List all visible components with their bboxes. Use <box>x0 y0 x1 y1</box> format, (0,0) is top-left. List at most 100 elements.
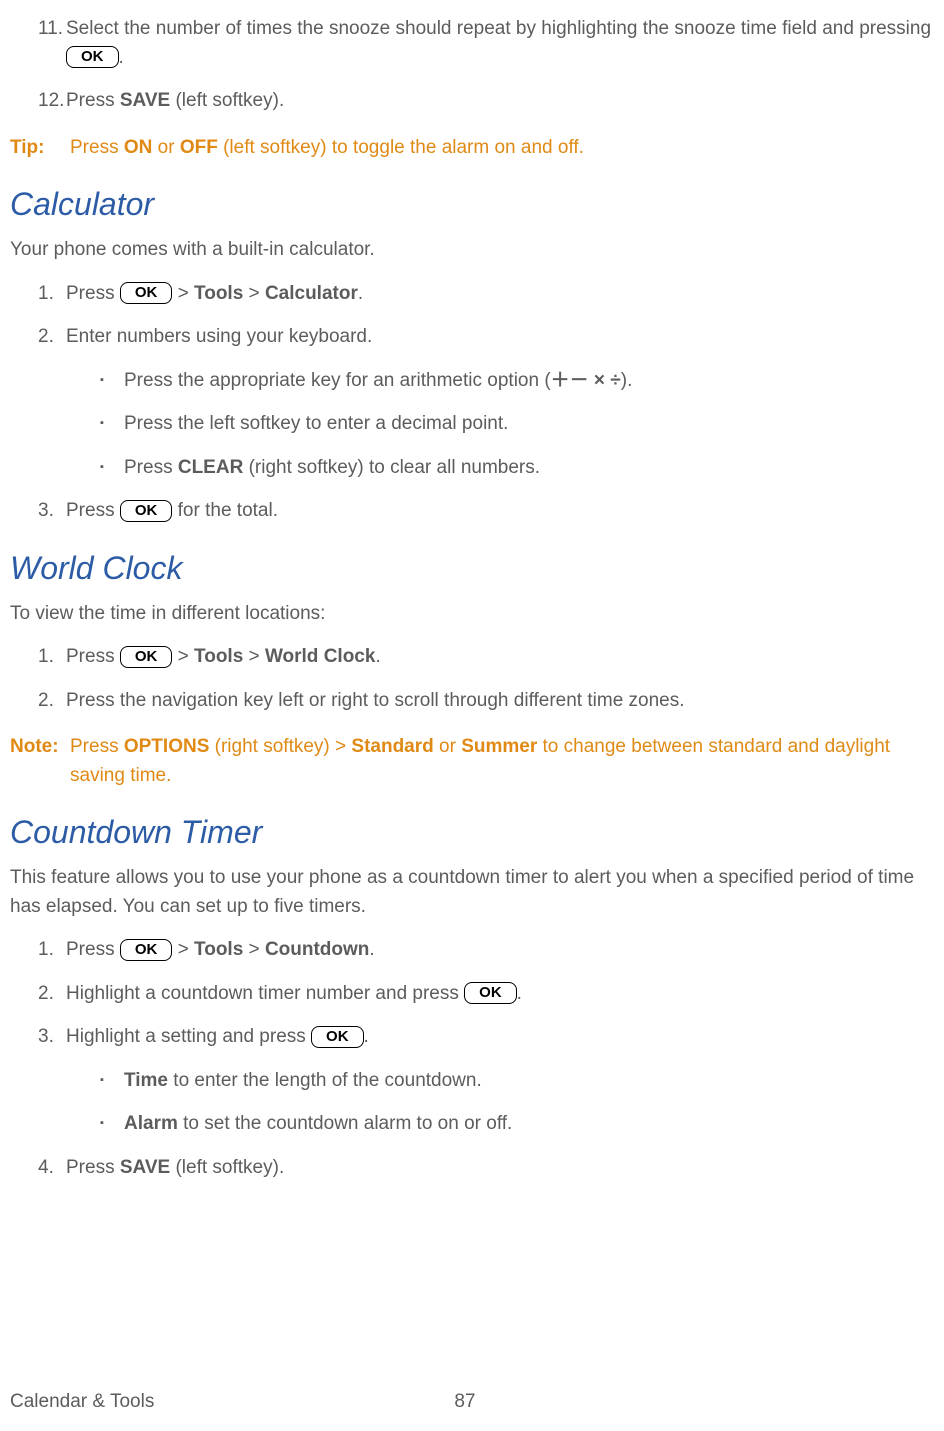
step-number: 12. <box>38 87 64 116</box>
note-label: Note: <box>10 733 70 790</box>
step-text: . <box>375 646 380 667</box>
tools-label: Tools <box>194 646 243 667</box>
top-steps-list: 11. Select the number of times the snooz… <box>10 15 934 116</box>
step-text: > <box>178 283 194 304</box>
calc-sub-a: Press the appropriate key for an arithme… <box>100 367 934 396</box>
note-body: Press OPTIONS (right softkey) > Standard… <box>70 733 934 790</box>
step-text: Press the left softkey to enter a decima… <box>124 413 508 434</box>
footer-section-title: Calendar & Tools <box>10 1388 154 1417</box>
summer-label: Summer <box>461 736 537 757</box>
step-text: Press the navigation key left or right t… <box>66 690 685 711</box>
countdown-step-4: 4. Press SAVE (left softkey). <box>38 1154 934 1183</box>
arithmetic-ops: ＋－ × ÷ <box>551 370 621 391</box>
note-callout: Note: Press OPTIONS (right softkey) > St… <box>10 733 934 790</box>
tip-text: (left softkey) to toggle the alarm on an… <box>218 137 584 158</box>
ok-button-icon: OK <box>120 646 173 668</box>
world-clock-intro: To view the time in different locations: <box>10 600 934 629</box>
step-text: > <box>178 646 194 667</box>
step-text: . <box>517 983 522 1004</box>
tip-callout: Tip: Press ON or OFF (left softkey) to t… <box>10 134 934 163</box>
clear-label: CLEAR <box>178 457 243 478</box>
step-number: 1. <box>38 643 54 672</box>
tip-label: Tip: <box>10 134 70 163</box>
step-text: Press <box>66 939 120 960</box>
countdown-sub-alarm: Alarm to set the countdown alarm to on o… <box>100 1110 934 1139</box>
tip-body: Press ON or OFF (left softkey) to toggle… <box>70 134 934 163</box>
countdown-step-3: 3. Highlight a setting and press OK. Tim… <box>38 1023 934 1139</box>
step-text: Select the number of times the snooze sh… <box>66 18 931 39</box>
calculator-label: Calculator <box>265 283 358 304</box>
step-text: to set the countdown alarm to on or off. <box>178 1113 512 1134</box>
step-text: > <box>243 646 265 667</box>
step-number: 2. <box>38 323 54 352</box>
countdown-steps: 1. Press OK > Tools > Countdown. 2. High… <box>10 936 934 1182</box>
countdown-step-1: 1. Press OK > Tools > Countdown. <box>38 936 934 965</box>
note-text: (right softkey) > <box>209 736 351 757</box>
step-text: Press <box>124 457 178 478</box>
calc-step-2: 2. Enter numbers using your keyboard. Pr… <box>38 323 934 482</box>
step-12: 12. Press SAVE (left softkey). <box>38 87 934 116</box>
countdown-sub-time: Time to enter the length of the countdow… <box>100 1067 934 1096</box>
calc-sub-c: Press CLEAR (right softkey) to clear all… <box>100 454 934 483</box>
calculator-steps: 1. Press OK > Tools > Calculator. 2. Ent… <box>10 280 934 526</box>
step-text: Press the appropriate key for an arithme… <box>124 370 551 391</box>
calc-step-3: 3. Press OK for the total. <box>38 497 934 526</box>
step-text: > <box>243 283 265 304</box>
tip-text: or <box>152 137 179 158</box>
footer-page-number: 87 <box>454 1388 475 1417</box>
note-text: or <box>434 736 461 757</box>
step-text: ). <box>621 370 633 391</box>
step-text: for the total. <box>178 500 278 521</box>
tip-on: ON <box>124 137 153 158</box>
step-text: (right softkey) to clear all numbers. <box>243 457 540 478</box>
step-text: Press <box>66 90 120 111</box>
heading-calculator: Calculator <box>10 180 934 228</box>
step-text: > <box>243 939 265 960</box>
heading-world-clock: World Clock <box>10 544 934 592</box>
time-label: Time <box>124 1070 168 1091</box>
tip-text: Press <box>70 137 124 158</box>
tools-label: Tools <box>194 283 243 304</box>
tip-off: OFF <box>180 137 218 158</box>
step-text: Enter numbers using your keyboard. <box>66 326 372 347</box>
world-clock-steps: 1. Press OK > Tools > World Clock. 2. Pr… <box>10 643 934 715</box>
world-step-2: 2. Press the navigation key left or righ… <box>38 687 934 716</box>
step-text: . <box>364 1026 369 1047</box>
save-label: SAVE <box>120 1157 170 1178</box>
calculator-intro: Your phone comes with a built-in calcula… <box>10 236 934 265</box>
calc-step-1: 1. Press OK > Tools > Calculator. <box>38 280 934 309</box>
heading-countdown-timer: Countdown Timer <box>10 808 934 856</box>
step-text-end: . <box>119 47 124 68</box>
tools-label: Tools <box>194 939 243 960</box>
ok-button-icon: OK <box>120 500 173 522</box>
countdown-step-2: 2. Highlight a countdown timer number an… <box>38 980 934 1009</box>
standard-label: Standard <box>351 736 433 757</box>
step-number: 4. <box>38 1154 54 1183</box>
step-text-end: (left softkey). <box>170 90 284 111</box>
calc-sub-b: Press the left softkey to enter a decima… <box>100 410 934 439</box>
step-number: 3. <box>38 1023 54 1052</box>
countdown-intro: This feature allows you to use your phon… <box>10 864 934 921</box>
step-text: . <box>358 283 363 304</box>
alarm-label: Alarm <box>124 1113 178 1134</box>
page-content: 11. Select the number of times the snooz… <box>10 15 934 1257</box>
step-number: 11. <box>38 15 63 44</box>
ok-button-icon: OK <box>66 46 119 68</box>
ok-button-icon: OK <box>120 939 173 961</box>
note-text: Press <box>70 736 124 757</box>
step-number: 2. <box>38 687 54 716</box>
step-text: Press <box>66 283 120 304</box>
calc-sublist: Press the appropriate key for an arithme… <box>66 367 934 483</box>
step-text: . <box>369 939 374 960</box>
world-clock-label: World Clock <box>265 646 376 667</box>
step-text: Press <box>66 646 120 667</box>
world-step-1: 1. Press OK > Tools > World Clock. <box>38 643 934 672</box>
step-text: Press <box>66 500 120 521</box>
countdown-label: Countdown <box>265 939 369 960</box>
options-label: OPTIONS <box>124 736 210 757</box>
ok-button-icon: OK <box>120 282 173 304</box>
step-number: 1. <box>38 280 54 309</box>
step-number: 3. <box>38 497 54 526</box>
step-text: Press <box>66 1157 120 1178</box>
step-11: 11. Select the number of times the snooz… <box>38 15 934 72</box>
